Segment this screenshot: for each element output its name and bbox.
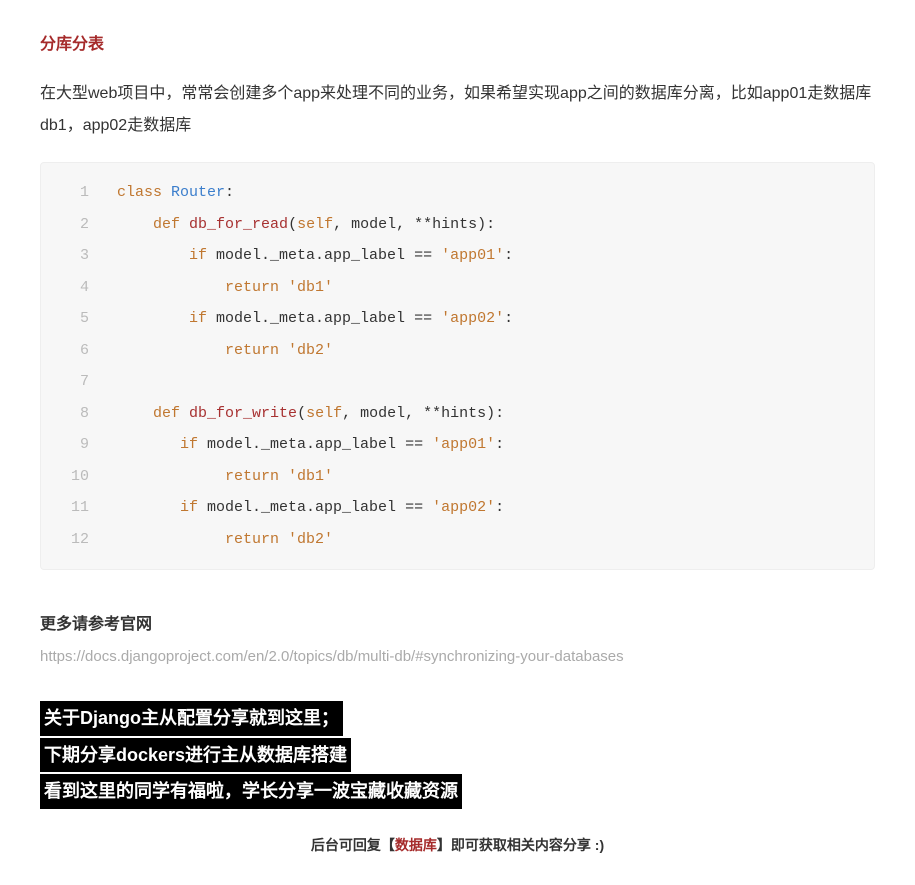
- line-number: 3: [61, 240, 89, 272]
- code-content: return 'db1': [117, 461, 333, 493]
- intro-paragraph: 在大型web项目中，常常会创建多个app来处理不同的业务，如果希望实现app之间…: [40, 78, 875, 142]
- code-line: 6 return 'db2': [41, 335, 874, 367]
- code-line: 9 if model._meta.app_label == 'app01':: [41, 429, 874, 461]
- code-line: 12 return 'db2': [41, 524, 874, 556]
- code-content: class Router:: [117, 177, 234, 209]
- line-number: 12: [61, 524, 89, 556]
- code-line: 4 return 'db1': [41, 272, 874, 304]
- code-block: 1class Router:2 def db_for_read(self, mo…: [40, 162, 875, 570]
- line-number: 9: [61, 429, 89, 461]
- line-number: 7: [61, 366, 89, 398]
- code-line: 3 if model._meta.app_label == 'app01':: [41, 240, 874, 272]
- line-number: 10: [61, 461, 89, 493]
- code-content: def db_for_read(self, model, **hints):: [117, 209, 495, 241]
- code-content: if model._meta.app_label == 'app02':: [117, 492, 504, 524]
- reference-url[interactable]: https://docs.djangoproject.com/en/2.0/to…: [40, 648, 875, 665]
- footer-suffix: 】即可获取相关内容分享 :): [437, 837, 604, 853]
- code-content: if model._meta.app_label == 'app02':: [117, 303, 513, 335]
- code-content: return 'db2': [117, 524, 333, 556]
- line-number: 1: [61, 177, 89, 209]
- line-number: 11: [61, 492, 89, 524]
- code-content: if model._meta.app_label == 'app01':: [117, 240, 513, 272]
- code-content: return 'db2': [117, 335, 333, 367]
- line-number: 8: [61, 398, 89, 430]
- code-line: 10 return 'db1': [41, 461, 874, 493]
- highlight-block: 关于Django主从配置分享就到这里；下期分享dockers进行主从数据库搭建看…: [40, 701, 875, 811]
- line-number: 4: [61, 272, 89, 304]
- highlight-line: 下期分享dockers进行主从数据库搭建: [40, 738, 351, 773]
- footer-note: 后台可回复【数据库】即可获取相关内容分享 :): [40, 835, 875, 855]
- highlight-line: 关于Django主从配置分享就到这里；: [40, 701, 343, 736]
- section-heading: 分库分表: [40, 30, 875, 54]
- code-line: 8 def db_for_write(self, model, **hints)…: [41, 398, 874, 430]
- code-line: 5 if model._meta.app_label == 'app02':: [41, 303, 874, 335]
- code-line: 2 def db_for_read(self, model, **hints):: [41, 209, 874, 241]
- line-number: 2: [61, 209, 89, 241]
- sub-heading: 更多请参考官网: [40, 610, 875, 634]
- code-line: 11 if model._meta.app_label == 'app02':: [41, 492, 874, 524]
- code-content: def db_for_write(self, model, **hints):: [117, 398, 504, 430]
- line-number: 5: [61, 303, 89, 335]
- highlight-line: 看到这里的同学有福啦，学长分享一波宝藏收藏资源: [40, 774, 462, 809]
- code-content: return 'db1': [117, 272, 333, 304]
- footer-prefix: 后台可回复【: [311, 837, 395, 853]
- code-line: 1 class Router:: [41, 177, 874, 209]
- footer-keyword: 数据库: [395, 837, 437, 853]
- line-number: 6: [61, 335, 89, 367]
- code-line: 7: [41, 366, 874, 398]
- code-content: if model._meta.app_label == 'app01':: [117, 429, 504, 461]
